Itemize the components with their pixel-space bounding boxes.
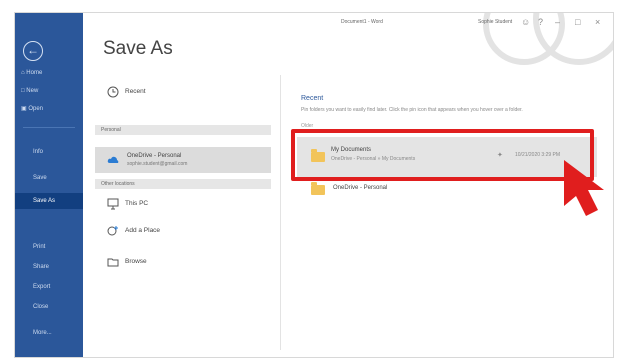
- sidebar-item-new[interactable]: □ New: [15, 83, 83, 99]
- smiley-icon[interactable]: ☺: [521, 17, 530, 27]
- column-divider: [280, 75, 281, 350]
- sidebar-item-more[interactable]: More...: [15, 325, 83, 341]
- red-pointer-arrow: [564, 160, 604, 216]
- open-folder-icon: ▣: [21, 106, 27, 112]
- clock-icon: [107, 86, 119, 98]
- word-backstage-window: ← ⌂ Home □ New ▣ Open Info Save Save As …: [14, 12, 614, 358]
- section-header-personal: Personal: [95, 125, 271, 135]
- section-header-other: Other locations: [95, 179, 271, 189]
- folder-outline-icon: [107, 258, 119, 267]
- location-browse[interactable]: Browse: [95, 253, 271, 271]
- backstage-sidebar: ← ⌂ Home □ New ▣ Open Info Save Save As …: [15, 13, 83, 357]
- title-bar: Document1 - Word Sophie Student ☺ ? – □ …: [83, 13, 613, 65]
- recent-description: Pin folders you want to easily find late…: [301, 107, 523, 113]
- computer-icon: [107, 198, 119, 210]
- sidebar-item-save-as[interactable]: Save As: [15, 193, 83, 209]
- location-onedrive[interactable]: OneDrive - Personal sophie.student@gmail…: [95, 147, 271, 173]
- close-icon[interactable]: ×: [595, 17, 600, 27]
- location-add-place[interactable]: Add a Place: [95, 222, 271, 240]
- sidebar-item-close[interactable]: Close: [15, 299, 83, 315]
- folder-icon: [311, 182, 325, 195]
- user-name[interactable]: Sophie Student: [478, 19, 512, 25]
- sidebar-item-share[interactable]: Share: [15, 259, 83, 275]
- restore-icon[interactable]: □: [575, 17, 580, 27]
- help-icon[interactable]: ?: [538, 17, 543, 27]
- sidebar-item-export[interactable]: Export: [15, 279, 83, 295]
- sidebar-item-home[interactable]: ⌂ Home: [15, 65, 83, 81]
- sidebar-item-open[interactable]: ▣ Open: [15, 101, 83, 117]
- cloud-icon: [107, 156, 119, 163]
- onedrive-email: sophie.student@gmail.com: [127, 161, 188, 167]
- new-document-icon: □: [21, 88, 25, 94]
- page-title: Save As: [103, 38, 173, 59]
- highlight-box: [291, 129, 594, 181]
- location-this-pc[interactable]: This PC: [95, 195, 271, 213]
- location-recent[interactable]: Recent: [95, 83, 271, 101]
- folder-row-onedrive[interactable]: OneDrive - Personal: [333, 185, 387, 191]
- recent-heading: Recent: [301, 95, 324, 102]
- document-title: Document1 - Word: [341, 19, 383, 25]
- minimize-icon[interactable]: –: [555, 17, 560, 27]
- onedrive-name: OneDrive - Personal: [127, 153, 182, 159]
- sidebar-item-info[interactable]: Info: [15, 144, 83, 160]
- add-place-icon: [107, 226, 118, 236]
- sidebar-item-print[interactable]: Print: [15, 239, 83, 255]
- sidebar-item-save[interactable]: Save: [15, 170, 83, 186]
- back-arrow-icon[interactable]: ←: [23, 41, 43, 61]
- sidebar-divider: [23, 127, 75, 128]
- home-icon: ⌂: [21, 70, 25, 76]
